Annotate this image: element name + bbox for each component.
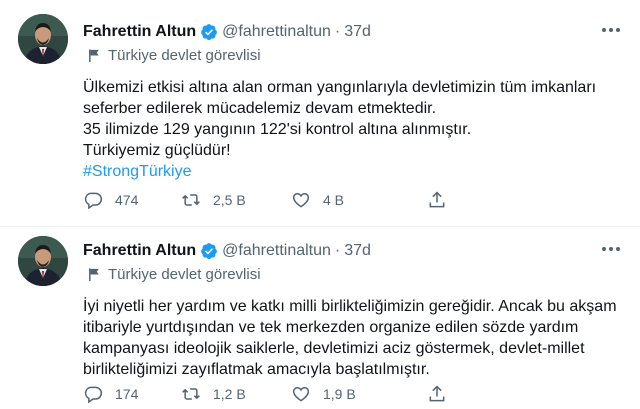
like-count: 4 B: [323, 192, 345, 208]
tweet-text-line: Ülkemizi etkisi altına alan orman yangın…: [83, 79, 597, 96]
retweet-count: 1,2 B: [213, 386, 246, 402]
share-button[interactable]: [427, 382, 525, 406]
more-options-icon[interactable]: [598, 20, 624, 40]
reply-icon: [84, 386, 103, 404]
tweet[interactable]: Fahrettin Altun @fahrettinaltun · 37d Tü…: [0, 228, 640, 409]
verified-badge-icon: [201, 24, 218, 41]
tweet-text-line: seferber edilerek mücadelemiz devam etme…: [83, 100, 437, 117]
author-handle[interactable]: @fahrettinaltun: [222, 242, 331, 260]
tweet-text: Ülkemizi etkisi altına alan orman yangın…: [83, 77, 626, 182]
more-options-icon[interactable]: [598, 239, 624, 259]
timestamp[interactable]: 37d: [344, 242, 371, 260]
timestamp[interactable]: 37d: [344, 23, 371, 41]
reply-icon: [84, 192, 103, 210]
account-label-text: Türkiye devlet görevlisi: [108, 265, 261, 283]
retweet-icon: [182, 388, 200, 400]
avatar[interactable]: [18, 14, 68, 64]
tweet-text-line: Türkiyemiz güçlüdür!: [83, 142, 231, 159]
tweet[interactable]: Fahrettin Altun @fahrettinaltun · 37d Tü…: [0, 0, 640, 227]
heart-icon: [292, 386, 310, 402]
hashtag-link[interactable]: #StrongTürkiye: [83, 161, 626, 182]
separator: ·: [334, 23, 341, 40]
reply-count: 474: [115, 192, 139, 208]
author-handle[interactable]: @fahrettinaltun: [222, 23, 331, 41]
reply-button[interactable]: 474: [83, 188, 181, 212]
flag-icon: [89, 48, 99, 62]
retweet-button[interactable]: 2,5 B: [181, 188, 291, 212]
author-name[interactable]: Fahrettin Altun: [83, 242, 196, 260]
tweet-text: İyi niyetli her yardım ve katkı milli bi…: [83, 296, 626, 380]
account-label: Türkiye devlet görevlisi: [83, 264, 626, 284]
action-bar: 474 2,5 B 4 B: [83, 188, 553, 212]
share-icon: [429, 191, 445, 208]
verified-badge-icon: [201, 243, 218, 260]
reply-button[interactable]: 174: [83, 382, 181, 406]
separator: ·: [334, 242, 341, 259]
tweet-text-line: birlikteliğimizi zayıflatmak amacıyla ba…: [83, 361, 430, 378]
avatar[interactable]: [18, 236, 68, 286]
share-button[interactable]: [427, 188, 525, 212]
like-button[interactable]: 1,9 B: [291, 382, 427, 406]
author-name[interactable]: Fahrettin Altun: [83, 23, 196, 41]
heart-icon: [292, 192, 310, 208]
retweet-count: 2,5 B: [213, 192, 246, 208]
tweet-text-line: kampanyası ideolojik saiklerle, devletim…: [83, 340, 585, 357]
action-bar: 174 1,2 B 1,9 B: [83, 382, 553, 406]
account-label: Türkiye devlet görevlisi: [83, 45, 626, 65]
account-label-text: Türkiye devlet görevlisi: [108, 46, 261, 64]
tweet-text-line: 35 ilimizde 129 yangının 122'si kontrol …: [83, 121, 472, 138]
like-count: 1,9 B: [323, 386, 356, 402]
like-button[interactable]: 4 B: [291, 188, 427, 212]
tweet-text-line: itibariyle yurtdışından ve tek merkezden…: [83, 319, 579, 336]
reply-count: 174: [115, 386, 139, 402]
retweet-button[interactable]: 1,2 B: [181, 382, 291, 406]
flag-icon: [89, 267, 99, 281]
share-icon: [429, 385, 445, 402]
retweet-icon: [182, 194, 200, 206]
tweet-text-line: İyi niyetli her yardım ve katkı milli bi…: [83, 298, 617, 315]
